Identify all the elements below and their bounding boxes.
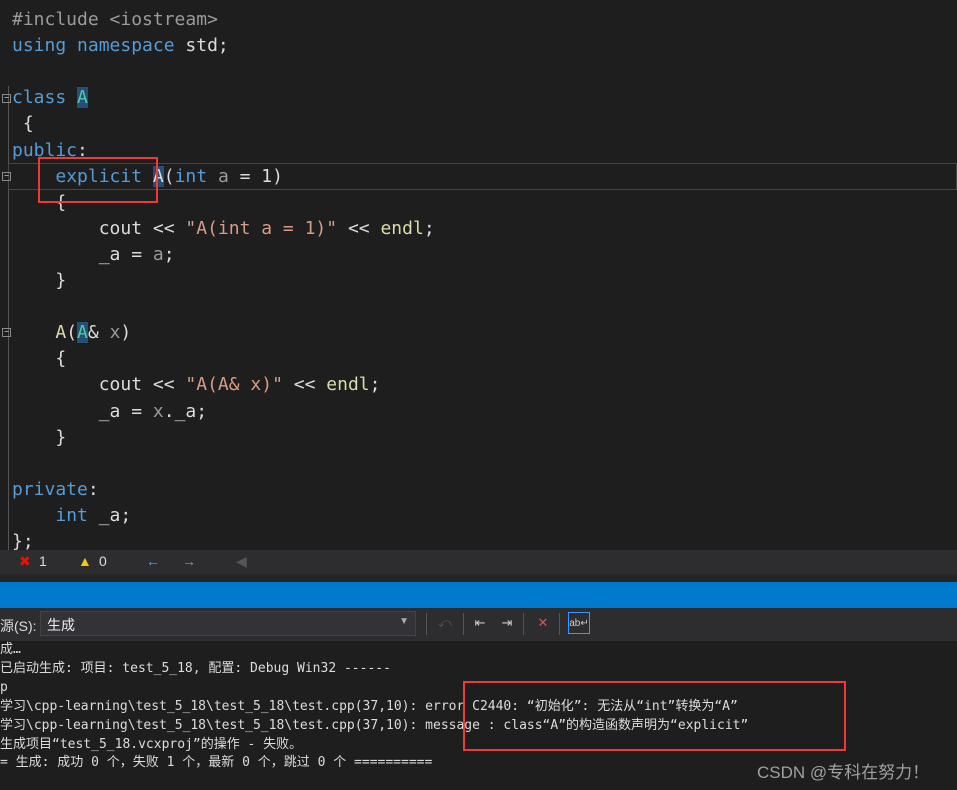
code-token: cout << bbox=[12, 217, 186, 239]
scroll-left-icon[interactable]: ◀ bbox=[236, 553, 247, 570]
chevron-down-icon: ▼ bbox=[399, 616, 409, 627]
code-editor[interactable]: − − − #include <iostream> using namespace… bbox=[0, 0, 957, 550]
code-line: _a = x._a; bbox=[12, 399, 207, 425]
output-line: 已启动生成: 项目: test_5_18, 配置: Debug Win32 --… bbox=[0, 661, 391, 676]
code-token: A bbox=[55, 322, 67, 344]
watermark: CSDN @专科在努力！ bbox=[757, 763, 930, 782]
code-line: } bbox=[12, 425, 66, 451]
code-line: A(A& x) bbox=[12, 320, 131, 346]
code-token: _a = bbox=[12, 400, 153, 422]
code-token: #include <iostream> bbox=[12, 9, 218, 30]
output-source-value: 生成 bbox=[47, 617, 75, 633]
code-token: }; bbox=[12, 531, 34, 550]
code-token: class bbox=[12, 87, 67, 109]
go-to-location-icon[interactable]: ⤺ bbox=[434, 612, 456, 634]
code-token: A bbox=[77, 87, 88, 109]
code-token: a bbox=[152, 243, 164, 265]
code-token: ; bbox=[163, 243, 175, 265]
output-line: = 生成: 成功 0 个，失败 1 个，最新 0 个，跳过 0 个 ======… bbox=[0, 755, 433, 770]
code-token: private bbox=[12, 478, 88, 500]
code-token: & bbox=[87, 322, 110, 344]
code-line: { bbox=[12, 111, 34, 137]
code-token: "A(int a = 1)" bbox=[185, 217, 338, 239]
code-token: ) bbox=[120, 322, 132, 344]
word-wrap-icon[interactable]: ab↵ bbox=[568, 612, 590, 634]
code-token: ; bbox=[369, 374, 381, 396]
code-token: << bbox=[337, 217, 381, 239]
output-line: 成… bbox=[0, 642, 21, 657]
previous-message-icon[interactable]: ⇤ bbox=[469, 612, 491, 634]
code-token: _a = bbox=[12, 243, 153, 265]
code-line: int _a; bbox=[12, 503, 131, 529]
code-token: std; bbox=[174, 35, 229, 57]
code-token: A bbox=[77, 322, 88, 344]
code-line: cout << "A(int a = 1)" << endl; bbox=[12, 216, 435, 242]
output-panel-header bbox=[0, 582, 957, 608]
code-token: } bbox=[12, 426, 67, 448]
clear-all-icon[interactable]: ✕ bbox=[532, 612, 554, 634]
output-line: p bbox=[0, 680, 8, 695]
arrow-right-icon[interactable]: → bbox=[182, 553, 196, 569]
code-token: ; bbox=[423, 217, 435, 239]
arrow-left-icon[interactable]: ← bbox=[146, 553, 160, 569]
fold-toggle-icon[interactable]: − bbox=[2, 328, 11, 337]
output-line: 生成项目“test_5_18.vcxproj”的操作 - 失败。 bbox=[0, 737, 303, 752]
code-line: }; bbox=[12, 529, 34, 550]
code-line: cout << "A(A& x)" << endl; bbox=[12, 372, 381, 398]
source-label: 源(S): bbox=[0, 618, 37, 634]
code-token: ( bbox=[66, 322, 78, 344]
code-token: "A(A& x)" bbox=[185, 374, 283, 396]
code-line: { bbox=[12, 346, 66, 372]
code-token: << bbox=[282, 374, 327, 396]
code-token: int bbox=[174, 165, 208, 187]
code-line: class A bbox=[12, 85, 88, 111]
annotation-box-explicit bbox=[38, 157, 158, 203]
code-token: { bbox=[12, 348, 67, 370]
splitter[interactable] bbox=[0, 574, 957, 582]
code-line: #include <iostream> bbox=[12, 7, 218, 33]
code-token: endl bbox=[380, 217, 424, 239]
code-token: ._a; bbox=[163, 400, 208, 422]
code-token: x bbox=[152, 400, 164, 422]
code-token: int bbox=[55, 504, 88, 526]
code-token: = 1) bbox=[228, 165, 283, 187]
code-line: private: bbox=[12, 477, 99, 503]
code-line: } bbox=[12, 268, 66, 294]
code-token: a bbox=[217, 165, 229, 187]
code-token: x bbox=[109, 322, 121, 344]
error-circle-icon[interactable]: ✖ bbox=[19, 553, 31, 570]
warning-triangle-icon[interactable]: ▲ bbox=[78, 553, 92, 569]
code-token: cout << bbox=[12, 374, 186, 396]
fold-toggle-icon[interactable]: − bbox=[2, 94, 11, 103]
change-margin bbox=[8, 86, 9, 550]
code-token: : bbox=[87, 478, 99, 500]
output-source-select[interactable]: 生成 ▼ bbox=[40, 611, 416, 636]
code-token: endl bbox=[326, 374, 370, 396]
code-token: using bbox=[12, 35, 67, 57]
output-toolbar: 源(S): 生成 ▼ ⤺ ⇤ ⇥ ✕ ab↵ bbox=[0, 608, 957, 641]
warning-count[interactable]: 0 bbox=[99, 553, 107, 569]
code-token: namespace bbox=[77, 35, 175, 57]
code-token: ( bbox=[163, 165, 175, 187]
code-token: _a; bbox=[87, 504, 132, 526]
code-token: } bbox=[12, 270, 67, 291]
code-line: using namespace std; bbox=[12, 33, 229, 59]
error-count[interactable]: 1 bbox=[39, 553, 47, 569]
annotation-box-error bbox=[463, 681, 846, 751]
fold-toggle-icon[interactable]: − bbox=[2, 172, 11, 181]
next-message-icon[interactable]: ⇥ bbox=[496, 612, 518, 634]
code-token: { bbox=[12, 113, 34, 135]
code-line: _a = a; bbox=[12, 242, 175, 268]
editor-status-bar: ✖ 1 ▲ 0 ← → ◀ bbox=[0, 550, 957, 574]
output-panel[interactable]: 成… 已启动生成: 项目: test_5_18, 配置: Debug Win32… bbox=[0, 641, 957, 790]
